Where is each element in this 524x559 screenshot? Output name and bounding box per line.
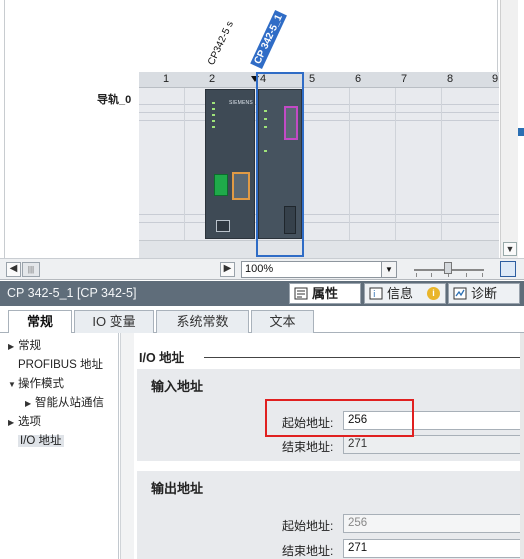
cp-selection-outline xyxy=(256,72,304,257)
zoom-slider-thumb[interactable] xyxy=(444,262,452,274)
rail-line xyxy=(139,112,499,113)
tab-info[interactable]: i 信息 i xyxy=(364,283,446,304)
expand-arrow-icon[interactable]: ▶ xyxy=(8,342,18,351)
rack-rail[interactable] xyxy=(139,88,499,240)
slot-number: 5 xyxy=(308,73,316,85)
zoom-tick xyxy=(482,273,483,277)
group-title: 输入地址 xyxy=(151,379,204,394)
tree-item-label: PROFIBUS 地址 xyxy=(18,359,103,371)
expand-arrow-icon[interactable]: ▶ xyxy=(8,418,18,427)
group-title: 输出地址 xyxy=(151,481,204,496)
device-view-toolbar: ◀ ||| ▶ 100% ▼ xyxy=(0,258,524,280)
tab-general[interactable]: 常规 xyxy=(8,310,72,334)
input-end-address-field: 271 xyxy=(343,435,521,454)
slot-number: 8 xyxy=(446,73,454,85)
output-address-group: 输出地址 起始地址: 256 结束地址: 271 xyxy=(137,471,522,559)
scroll-left-icon[interactable]: ◀ xyxy=(6,262,21,277)
tree-item-options[interactable]: ▶ 选项 xyxy=(8,413,41,429)
output-start-address-field: 256 xyxy=(343,514,521,533)
info-icon: i xyxy=(369,287,383,300)
collapse-arrow-icon[interactable]: ▼ xyxy=(8,380,18,389)
zoom-value: 100% xyxy=(245,263,274,275)
sub-tabs: 常规 IO 变量 系统常数 文本 xyxy=(0,306,524,334)
tree-item-i-slave-communication[interactable]: ▶ 智能从站通信 xyxy=(25,394,104,410)
chevron-down-icon[interactable]: ▼ xyxy=(381,262,396,277)
diagnostics-icon xyxy=(453,287,467,300)
slot-divider xyxy=(441,88,442,240)
tree-scrollbar[interactable] xyxy=(120,333,134,559)
tree-item-label: 选项 xyxy=(18,416,41,428)
tab-system-constants[interactable]: 系统常数 xyxy=(156,310,249,333)
side-panel-icon[interactable] xyxy=(518,128,524,136)
properties-header: CP 342-5_1 [CP 342-5] 属性 i 信息 i 诊断 xyxy=(0,281,524,306)
rail-line xyxy=(139,120,499,121)
tree-item-label: I/O 地址 xyxy=(18,435,64,447)
annotation-highlight-box xyxy=(265,399,414,437)
output-end-address-field[interactable]: 271 xyxy=(343,539,521,558)
tab-io-tags[interactable]: IO 变量 xyxy=(74,310,154,333)
rail-bottom xyxy=(139,240,499,258)
output-start-label: 起始地址: xyxy=(282,519,334,533)
led-icon xyxy=(212,102,215,104)
cpu-port-connector-icon xyxy=(232,172,250,200)
slot-divider xyxy=(349,88,350,240)
horizontal-scroll-thumb[interactable]: ||| xyxy=(22,262,40,277)
output-end-label: 结束地址: xyxy=(282,544,334,558)
tab-label: 信息 xyxy=(387,286,414,301)
overview-navigation-icon[interactable] xyxy=(500,261,516,277)
zoom-select[interactable]: 100% ▼ xyxy=(241,261,397,278)
vertical-scrollbar[interactable]: ▼ xyxy=(500,0,518,258)
tab-label: 属性 xyxy=(312,286,339,301)
rail-line xyxy=(139,214,499,215)
tab-label: 诊断 xyxy=(471,286,498,301)
led-icon xyxy=(212,120,215,122)
slot-number: 7 xyxy=(400,73,408,85)
cpu-module[interactable]: SIEMENS xyxy=(205,89,255,239)
svg-text:i: i xyxy=(373,290,376,300)
scroll-down-icon[interactable]: ▼ xyxy=(503,242,517,256)
section-divider xyxy=(204,357,520,358)
green-connector-icon xyxy=(214,174,228,196)
zoom-tick xyxy=(466,273,467,277)
tree-item-general[interactable]: ▶ 常规 xyxy=(8,337,41,353)
section-title: I/O 地址 xyxy=(139,351,185,365)
io-address-panel: I/O 地址 输入地址 起始地址: 256 结束地址: 271 输出地址 起始地… xyxy=(134,333,524,559)
zoom-tick xyxy=(416,273,417,277)
tree-item-operating-mode[interactable]: ▼ 操作模式 xyxy=(8,375,64,391)
tab-diagnostics[interactable]: 诊断 xyxy=(448,283,520,304)
navigation-tree: ▶ 常规 PROFIBUS 地址 ▼ 操作模式 ▶ 智能从站通信 ▶ 选项 I/O 地址 xyxy=(3,333,119,559)
slot-divider xyxy=(184,88,185,240)
led-icon xyxy=(212,108,215,110)
device-view: 1 2 4 5 6 7 8 9 导轨_0 CP342-5 s CP 342-5_… xyxy=(0,0,524,260)
properties-icon xyxy=(294,287,308,300)
scroll-right-icon[interactable]: ▶ xyxy=(220,262,235,277)
cpu-brand: SIEMENS xyxy=(229,100,253,106)
rail-line xyxy=(139,222,499,223)
tree-item-io-address[interactable]: I/O 地址 xyxy=(18,432,64,448)
led-icon xyxy=(212,126,215,128)
content-scrollbar[interactable] xyxy=(520,333,524,559)
tree-item-label: 常规 xyxy=(18,340,41,352)
tree-item-label: 智能从站通信 xyxy=(35,397,104,409)
info-badge-icon: i xyxy=(427,287,440,300)
tree-item-profibus-address[interactable]: PROFIBUS 地址 xyxy=(18,356,103,372)
expand-arrow-icon[interactable]: ▶ xyxy=(25,399,35,408)
properties-title: CP 342-5_1 [CP 342-5] xyxy=(7,286,137,300)
slot-number: 2 xyxy=(208,73,216,85)
tab-texts[interactable]: 文本 xyxy=(251,310,314,333)
tree-item-label: 操作模式 xyxy=(18,378,64,390)
tab-properties[interactable]: 属性 xyxy=(289,283,361,304)
zoom-tick xyxy=(431,273,432,277)
slot-number: 1 xyxy=(162,73,170,85)
led-icon xyxy=(212,114,215,116)
cpu-bottom-port-icon xyxy=(216,220,230,232)
rail-line xyxy=(139,104,499,105)
rail-label: 导轨_0 xyxy=(97,94,132,106)
input-end-label: 结束地址: xyxy=(282,440,334,454)
slot-number: 6 xyxy=(354,73,362,85)
slot-divider xyxy=(395,88,396,240)
